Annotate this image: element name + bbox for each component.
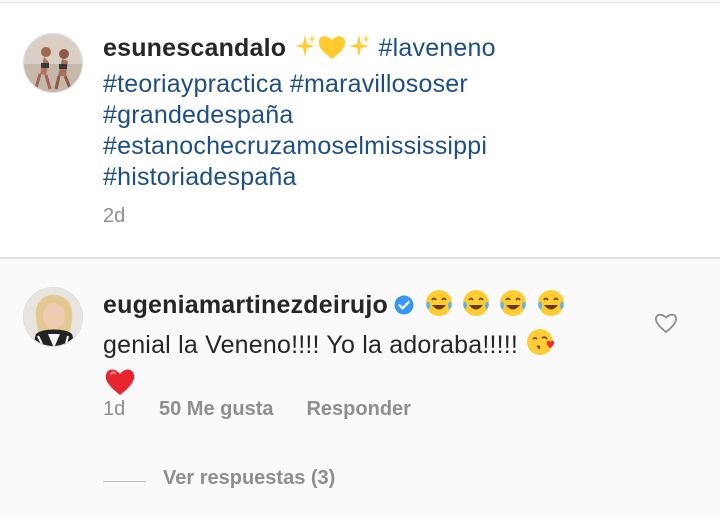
- post-username[interactable]: esunescandalo: [103, 34, 286, 62]
- tears-of-joy-emoji: [536, 288, 566, 326]
- sparkles-emoji: [347, 33, 371, 69]
- tears-of-joy-emoji: [498, 288, 528, 326]
- hashtag-link[interactable]: #teoriaypractica: [103, 70, 283, 98]
- tears-of-joy-emoji: [424, 288, 454, 326]
- post-timestamp: 2d: [103, 205, 126, 227]
- yellow-heart-emoji: [317, 33, 347, 69]
- comment-text: genial la Veneno!!!! Yo la adoraba!!!!!: [103, 331, 519, 359]
- post-author-avatar[interactable]: [23, 33, 83, 93]
- comment-username[interactable]: eugeniamartinezdeirujo: [103, 291, 388, 319]
- kissing-heart-emoji: [525, 326, 557, 366]
- tears-of-joy-emoji: [461, 288, 491, 326]
- hashtag-link[interactable]: #laveneno: [379, 34, 496, 62]
- comment-author-avatar[interactable]: [23, 287, 83, 347]
- reply-button[interactable]: Responder: [306, 398, 410, 421]
- post-caption: esunescandalo #laveneno #teoriaypractica…: [103, 33, 693, 193]
- replies-divider-line: [103, 481, 146, 482]
- likes-count-link[interactable]: 50 Me gusta: [159, 398, 273, 421]
- comment-body: eugeniamartinezdeirujo genial la Veneno!…: [103, 288, 643, 406]
- hashtag-link[interactable]: #maravillososer: [290, 70, 468, 98]
- hashtag-link[interactable]: #grandedespaña: [103, 101, 293, 129]
- hashtag-link[interactable]: #historiadespaña: [103, 163, 297, 191]
- section-divider: [0, 257, 720, 259]
- comment-timestamp: 1d: [103, 398, 126, 420]
- verified-badge-icon: [394, 292, 414, 315]
- sparkles-emoji: [293, 33, 317, 69]
- view-replies-button[interactable]: Ver respuestas (3): [163, 467, 335, 490]
- hashtag-link[interactable]: #estanochecruzamoselmississippi: [103, 132, 487, 160]
- like-heart-icon[interactable]: [654, 312, 678, 334]
- comment-meta-row: 1d 50 Me gusta Responder: [103, 398, 411, 421]
- comments-screen: esunescandalo #laveneno #teoriaypractica…: [0, 0, 720, 519]
